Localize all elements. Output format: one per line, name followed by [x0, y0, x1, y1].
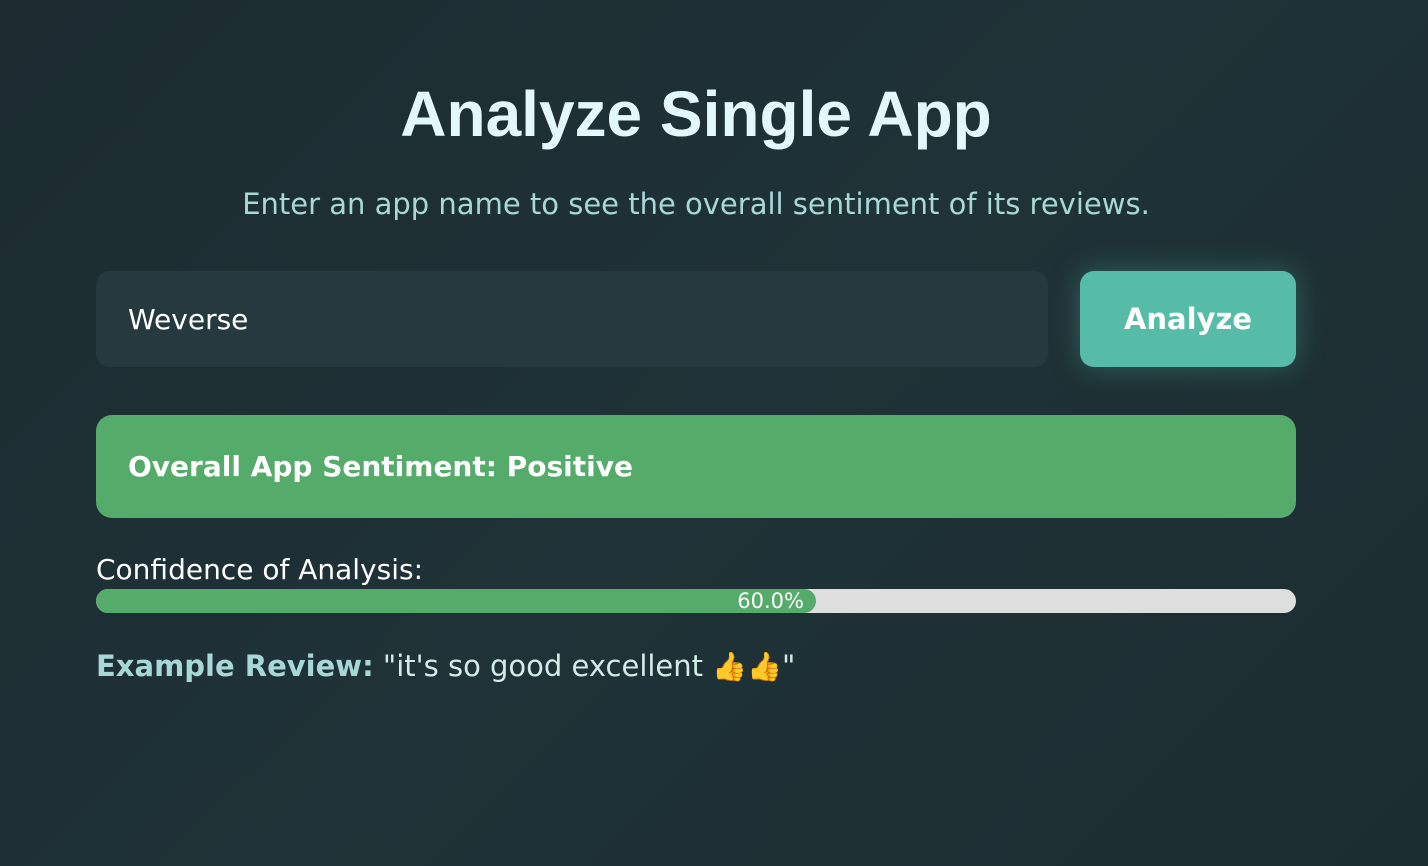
sentiment-label: Overall App Sentiment: Positive — [128, 450, 633, 483]
confidence-percent: 60.0% — [737, 589, 804, 613]
confidence-label: Confidence of Analysis: — [96, 553, 424, 586]
thumbs-up-icon: 👍 — [747, 650, 782, 683]
app-name-input[interactable] — [96, 271, 1048, 367]
example-review-quote-close: " — [782, 649, 796, 683]
example-review: Example Review: "it's so good excellent … — [96, 644, 795, 689]
confidence-progress-fill: 60.0% — [96, 589, 816, 613]
example-review-quote-open: "it's so good excellent — [382, 649, 713, 683]
thumbs-up-icon: 👍 — [712, 650, 748, 683]
page-subtitle: Enter an app name to see the overall sen… — [242, 187, 1150, 221]
confidence-progress-bar: 60.0% — [96, 589, 1296, 613]
sentiment-banner: Overall App Sentiment: Positive — [96, 415, 1296, 518]
analyze-button[interactable]: Analyze — [1080, 271, 1296, 367]
example-review-label: Example Review: — [96, 649, 374, 683]
search-row: Analyze — [96, 271, 1296, 367]
page-title: Analyze Single App — [400, 78, 992, 150]
